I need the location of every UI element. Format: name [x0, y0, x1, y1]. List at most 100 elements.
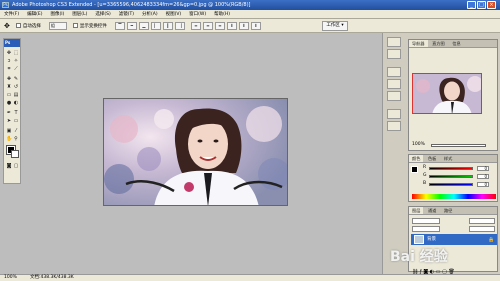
menu-image[interactable]: 图像(I): [50, 11, 64, 17]
type-icon[interactable]: T: [13, 110, 19, 116]
color-fg-swatch[interactable]: [411, 166, 418, 173]
shape-icon[interactable]: ▭: [13, 118, 19, 124]
close-button[interactable]: ×: [487, 1, 496, 9]
menu-filter[interactable]: 滤镜(T): [119, 11, 134, 17]
right-panels: 导航器 直方图 信息 100% 颜色 色板 样式 R 0 G 0 B 0 图层 …: [406, 33, 500, 275]
document-canvas[interactable]: [103, 98, 288, 206]
menu-select[interactable]: 选择(S): [95, 11, 110, 17]
tab-layers[interactable]: 图层: [409, 207, 424, 214]
distribute-3-button[interactable]: ≡: [214, 21, 225, 30]
distribute-2-button[interactable]: ≡: [202, 21, 213, 30]
lock-icon: 🔒: [488, 237, 495, 243]
navigator-zoom-slider[interactable]: [431, 144, 486, 147]
paragraph-panel-icon[interactable]: [387, 121, 401, 131]
pen-icon[interactable]: ✒: [6, 110, 12, 116]
tab-info[interactable]: 信息: [449, 40, 463, 47]
channel-r-slider[interactable]: [429, 167, 473, 170]
navigator-zoom-value[interactable]: 100%: [412, 142, 425, 148]
tab-channels[interactable]: 通道: [425, 207, 439, 214]
channel-b-label: B: [423, 181, 427, 186]
tab-styles[interactable]: 样式: [441, 155, 455, 162]
move-tool-icon[interactable]: ✥: [4, 22, 10, 30]
menu-help[interactable]: 帮助(H): [214, 11, 230, 17]
menu-edit[interactable]: 编辑(E): [27, 11, 42, 17]
menu-file[interactable]: 文件(F): [4, 11, 19, 17]
history-panel-icon[interactable]: [387, 37, 401, 47]
character-panel-icon[interactable]: [387, 109, 401, 119]
magic-wand-icon[interactable]: ✧: [13, 58, 19, 64]
layer-comps-panel-icon[interactable]: [387, 91, 401, 101]
eyedropper-icon[interactable]: ⁄: [13, 128, 19, 134]
align-middle-button[interactable]: ━: [126, 21, 137, 30]
tab-swatches[interactable]: 色板: [425, 155, 439, 162]
title-bar: Adobe Photoshop CS3 Extended - [u=336559…: [0, 0, 500, 10]
distribute-4-button[interactable]: ⦀: [226, 21, 237, 30]
auto-select-dropdown[interactable]: 组: [48, 21, 67, 30]
brushes-panel-icon[interactable]: [387, 67, 401, 77]
actions-panel-icon[interactable]: [387, 49, 401, 59]
clone-stamp-icon[interactable]: ♜: [6, 84, 12, 90]
align-bottom-button[interactable]: ▁: [138, 21, 149, 30]
move-icon[interactable]: ✥: [6, 50, 12, 56]
watermark-logo: Bai 经验: [390, 249, 448, 265]
brush-icon[interactable]: ✎: [13, 76, 19, 82]
background-color-swatch[interactable]: [11, 150, 19, 158]
align-left-button[interactable]: ▏: [150, 21, 161, 30]
distribute-6-button[interactable]: ⦀: [250, 21, 261, 30]
menu-window[interactable]: 窗口(W): [189, 11, 206, 17]
tab-navigator[interactable]: 导航器: [409, 40, 428, 47]
distribute-1-button[interactable]: ≡: [190, 21, 201, 30]
menu-view[interactable]: 视图(V): [166, 11, 182, 17]
healing-brush-icon[interactable]: ✚: [6, 76, 12, 82]
menu-layer[interactable]: 图层(L): [72, 11, 87, 17]
channel-g-slider[interactable]: [429, 175, 473, 178]
gradient-icon[interactable]: ▤: [13, 92, 19, 98]
history-brush-icon[interactable]: ↺: [13, 84, 19, 90]
dodge-icon[interactable]: ◐: [13, 100, 19, 106]
show-transform-checkbox[interactable]: [72, 23, 78, 28]
zoom-icon[interactable]: ⚲: [13, 136, 19, 142]
marquee-icon[interactable]: ⬚: [13, 50, 19, 56]
hand-icon[interactable]: ✋: [6, 136, 12, 142]
align-right-button[interactable]: ▕: [174, 21, 185, 30]
channel-b-value[interactable]: 0: [477, 182, 489, 187]
toolbox: Ps ✥ ⬚ ↄ ✧ ⌗ ⟋ ✚ ✎ ♜ ↺ ▭ ▤ ● ◐ ✒ T ➤ ▭ ▣…: [3, 38, 21, 184]
screen-mode-icon[interactable]: ▢: [13, 163, 19, 169]
blur-icon[interactable]: ●: [6, 100, 12, 106]
crop-icon[interactable]: ⌗: [6, 66, 12, 72]
quick-mask-icon[interactable]: ◙: [6, 163, 12, 169]
channel-g-label: G: [423, 173, 427, 178]
fill-field[interactable]: [469, 226, 495, 232]
tab-histogram[interactable]: 直方图: [429, 40, 448, 47]
align-top-button[interactable]: ▔: [114, 21, 125, 30]
navigator-photo: [413, 74, 481, 113]
distribute-5-button[interactable]: ⦀: [238, 21, 249, 30]
channel-b-slider[interactable]: [429, 183, 473, 186]
status-zoom[interactable]: 100%: [4, 275, 17, 281]
tool-presets-panel-icon[interactable]: [387, 79, 401, 89]
tab-paths[interactable]: 路径: [441, 207, 455, 214]
slice-icon[interactable]: ⟋: [13, 66, 19, 72]
auto-select-checkbox[interactable]: [15, 23, 21, 28]
layer-thumbnail: [414, 235, 424, 244]
blend-mode-select[interactable]: [412, 218, 440, 224]
channel-g-value[interactable]: 0: [477, 174, 489, 179]
lock-options[interactable]: [412, 226, 440, 232]
maximize-button[interactable]: □: [477, 1, 486, 9]
channel-r-value[interactable]: 0: [477, 166, 489, 171]
navigator-thumbnail[interactable]: [412, 73, 482, 114]
auto-select-label: 自动选择: [22, 23, 41, 29]
color-spectrum-bar[interactable]: [412, 194, 496, 199]
tab-color[interactable]: 颜色: [409, 155, 424, 162]
opacity-field[interactable]: [469, 218, 495, 224]
toolbox-header: Ps: [4, 39, 20, 47]
path-select-icon[interactable]: ➤: [6, 118, 12, 124]
menu-analysis[interactable]: 分析(A): [142, 11, 158, 17]
eraser-icon[interactable]: ▭: [6, 92, 12, 98]
align-center-button[interactable]: ┃: [162, 21, 173, 30]
workspace-button[interactable]: 工作区 ▾: [322, 21, 348, 31]
minimize-button[interactable]: _: [467, 1, 476, 9]
notes-icon[interactable]: ▣: [6, 128, 12, 134]
lasso-icon[interactable]: ↄ: [6, 58, 12, 64]
layer-name: 背景: [427, 237, 436, 242]
